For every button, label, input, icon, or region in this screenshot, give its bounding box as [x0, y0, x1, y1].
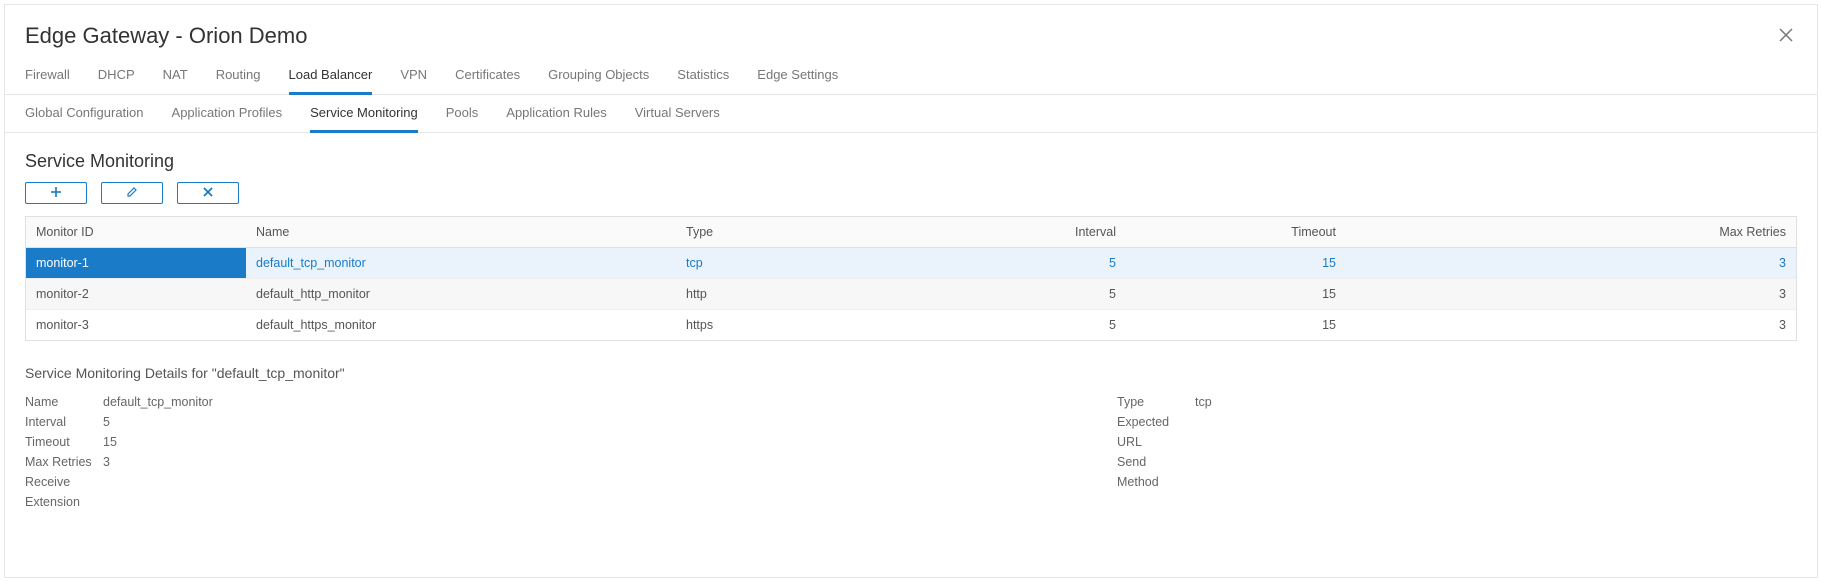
tab-dhcp[interactable]: DHCP [98, 59, 135, 94]
detail-val-name: default_tcp_monitor [103, 395, 213, 409]
subtab-application-profiles[interactable]: Application Profiles [172, 95, 283, 132]
tab-load-balancer[interactable]: Load Balancer [289, 59, 373, 95]
detail-key-name: Name [25, 395, 103, 409]
tab-vpn[interactable]: VPN [400, 59, 427, 94]
tab-routing[interactable]: Routing [216, 59, 261, 94]
cell-max-retries: 3 [1346, 248, 1796, 278]
detail-key-method: Method [1117, 475, 1195, 489]
pencil-icon [126, 186, 138, 201]
col-monitor-id[interactable]: Monitor ID [26, 217, 246, 247]
detail-val-timeout: 15 [103, 435, 117, 449]
detail-key-receive: Receive [25, 475, 103, 489]
cell-max-retries: 3 [1346, 279, 1796, 309]
cell-monitor-id: monitor-1 [26, 248, 246, 278]
service-monitoring-section: Service Monitoring Monitor ID N [5, 133, 1817, 341]
cell-type: https [676, 310, 896, 340]
cell-timeout: 15 [1126, 279, 1346, 309]
cell-max-retries: 3 [1346, 310, 1796, 340]
panel-header: Edge Gateway - Orion Demo [5, 5, 1817, 59]
detail-key-interval: Interval [25, 415, 103, 429]
tab-certificates[interactable]: Certificates [455, 59, 520, 94]
subtab-pools[interactable]: Pools [446, 95, 479, 132]
cell-interval: 5 [896, 279, 1126, 309]
details-left-column: Namedefault_tcp_monitor Interval5 Timeou… [25, 395, 325, 515]
secondary-tabs: Global Configuration Application Profile… [5, 95, 1817, 133]
close-button[interactable] [1775, 25, 1797, 47]
detail-key-send: Send [1117, 455, 1195, 469]
table-row[interactable]: monitor-2 default_http_monitor http 5 15… [26, 279, 1796, 310]
details-title: Service Monitoring Details for "default_… [25, 365, 1797, 381]
tab-statistics[interactable]: Statistics [677, 59, 729, 94]
action-buttons [25, 182, 1797, 204]
cell-name: default_http_monitor [246, 279, 676, 309]
table-row[interactable]: monitor-3 default_https_monitor https 5 … [26, 310, 1796, 340]
detail-val-type: tcp [1195, 395, 1212, 409]
subtab-virtual-servers[interactable]: Virtual Servers [635, 95, 720, 132]
tab-edge-settings[interactable]: Edge Settings [757, 59, 838, 94]
col-max-retries[interactable]: Max Retries [1346, 217, 1796, 247]
subtab-global-configuration[interactable]: Global Configuration [25, 95, 144, 132]
table-header: Monitor ID Name Type Interval Timeout Ma… [26, 217, 1796, 248]
x-icon [202, 186, 214, 201]
detail-key-extension: Extension [25, 495, 103, 509]
section-title: Service Monitoring [25, 151, 1797, 172]
detail-val-interval: 5 [103, 415, 110, 429]
detail-key-timeout: Timeout [25, 435, 103, 449]
cell-timeout: 15 [1126, 310, 1346, 340]
cell-name: default_https_monitor [246, 310, 676, 340]
cell-name: default_tcp_monitor [246, 248, 676, 278]
details-right-column: Typetcp Expected URL Send Method [1117, 395, 1417, 515]
cell-timeout: 15 [1126, 248, 1346, 278]
col-type[interactable]: Type [676, 217, 896, 247]
edit-button[interactable] [101, 182, 163, 204]
cell-interval: 5 [896, 310, 1126, 340]
subtab-service-monitoring[interactable]: Service Monitoring [310, 95, 418, 133]
detail-key-max: Max Retries [25, 455, 103, 469]
col-timeout[interactable]: Timeout [1126, 217, 1346, 247]
close-icon [1779, 28, 1793, 45]
page-title: Edge Gateway - Orion Demo [25, 23, 1775, 49]
col-interval[interactable]: Interval [896, 217, 1126, 247]
cell-monitor-id: monitor-2 [26, 279, 246, 309]
cell-type: tcp [676, 248, 896, 278]
detail-key-expected: Expected [1117, 415, 1195, 429]
details-panel: Service Monitoring Details for "default_… [5, 341, 1817, 525]
detail-val-max: 3 [103, 455, 110, 469]
tab-firewall[interactable]: Firewall [25, 59, 70, 94]
tab-nat[interactable]: NAT [163, 59, 188, 94]
monitors-table: Monitor ID Name Type Interval Timeout Ma… [25, 216, 1797, 341]
cell-monitor-id: monitor-3 [26, 310, 246, 340]
col-name[interactable]: Name [246, 217, 676, 247]
add-button[interactable] [25, 182, 87, 204]
delete-button[interactable] [177, 182, 239, 204]
cell-type: http [676, 279, 896, 309]
subtab-application-rules[interactable]: Application Rules [506, 95, 606, 132]
cell-interval: 5 [896, 248, 1126, 278]
detail-key-url: URL [1117, 435, 1195, 449]
primary-tabs: Firewall DHCP NAT Routing Load Balancer … [5, 59, 1817, 95]
plus-icon [50, 186, 62, 201]
tab-grouping-objects[interactable]: Grouping Objects [548, 59, 649, 94]
table-row[interactable]: monitor-1 default_tcp_monitor tcp 5 15 3 [26, 248, 1796, 279]
detail-key-type: Type [1117, 395, 1195, 409]
edge-gateway-panel: Edge Gateway - Orion Demo Firewall DHCP … [4, 4, 1818, 578]
